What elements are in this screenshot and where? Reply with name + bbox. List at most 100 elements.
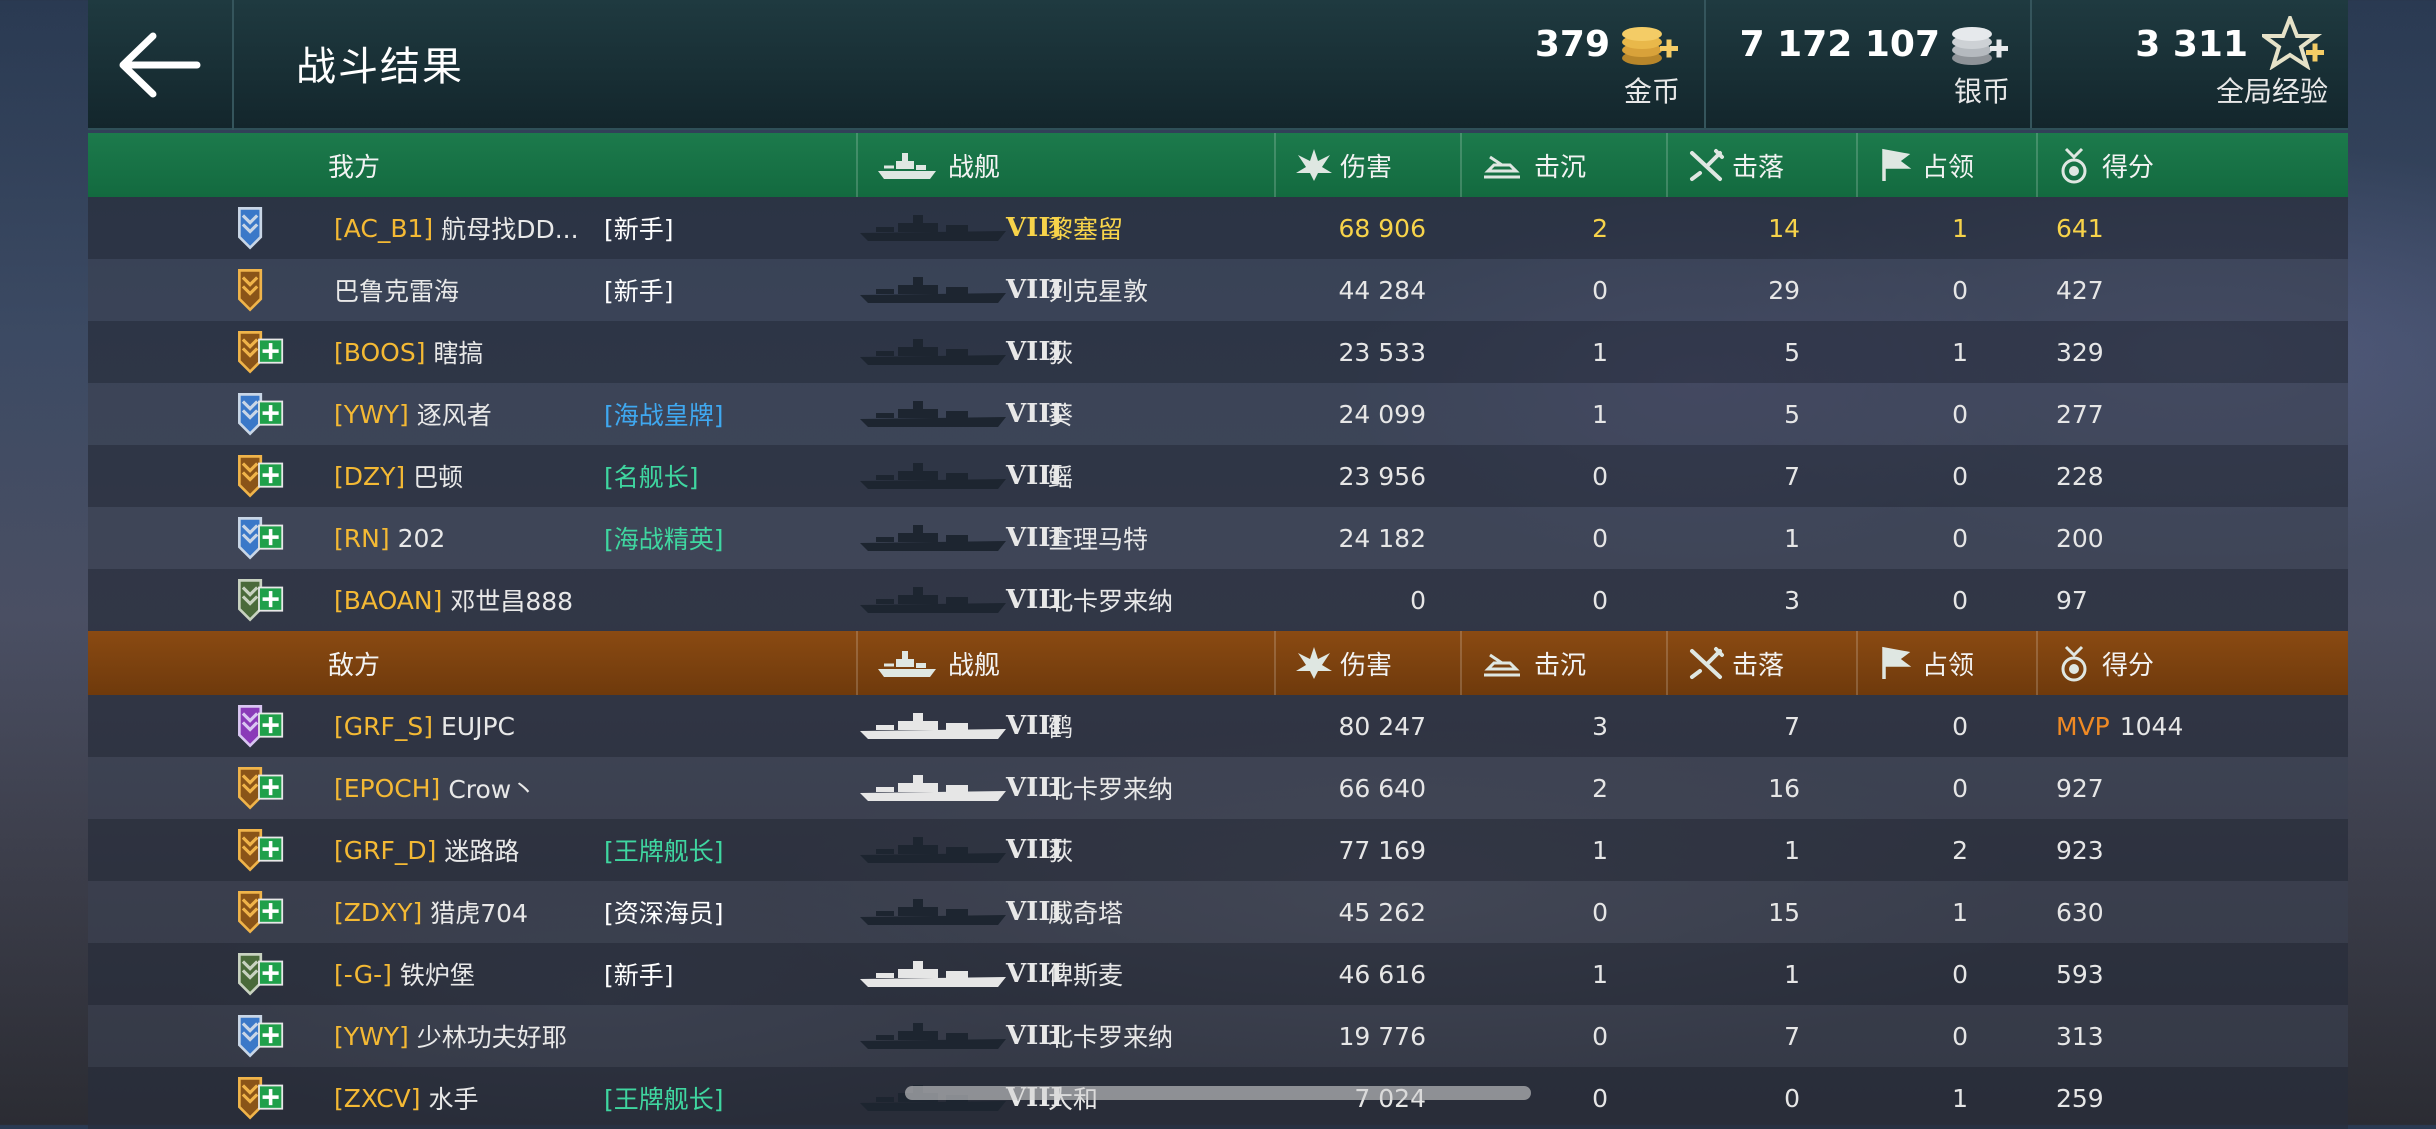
column-capture[interactable]: 占领 [1856, 631, 2036, 695]
home-indicator[interactable] [905, 1086, 1531, 1100]
gold-currency-block[interactable]: 379 金币 [1500, 0, 1700, 128]
player-name-cell: [ZXCV] 水手 [334, 1067, 479, 1129]
sinking-ship-icon [1480, 645, 1524, 681]
ship-name: 荻 [1048, 339, 1074, 368]
silver-currency-block[interactable]: 7 172 107 银币 [1704, 0, 2030, 128]
planes-value: 0 [1784, 1083, 1800, 1113]
player-row[interactable]: [YWY] 少林功夫好耶 VIII 北卡罗来纳 19 776 0 7 0 313 [88, 1005, 2348, 1067]
ship-name: 葵 [1048, 401, 1074, 430]
player-row[interactable]: [GRF_D] 迷路路 [王牌舰长] VIII 荻 77 169 1 1 2 9… [88, 819, 2348, 881]
rank-badge-icon [234, 383, 284, 445]
column-kills-label: 击沉 [1534, 152, 1587, 183]
explosion-icon [1294, 147, 1332, 183]
back-button[interactable] [88, 0, 234, 130]
score-value: 927 [2056, 773, 2104, 803]
silver-coins-icon [1952, 27, 2008, 65]
player-name: 瞎搞 [433, 339, 484, 368]
capture-value: 0 [1952, 773, 1968, 803]
capture-value: 0 [1952, 399, 1968, 429]
player-name-cell: [-G-] 铁炉堡 [334, 943, 475, 1005]
experience-block[interactable]: 3 311 全局经验 [2030, 0, 2348, 128]
ship-name: 黎塞留 [1048, 215, 1124, 244]
score-value: 630 [2056, 897, 2104, 927]
flag-icon [1876, 147, 1912, 183]
score-cell: 630 [2056, 881, 2104, 943]
rank-badge-icon [234, 819, 284, 881]
score-cell: 97 [2056, 569, 2088, 631]
column-kills[interactable]: 击沉 [1460, 631, 1666, 695]
player-row[interactable]: 巴鲁克雷海 [新手] VIII 列克星敦 44 284 0 29 0 427 [88, 259, 2348, 321]
player-row[interactable]: [AC_B1] 航母找DD... [新手] VIII 黎塞留 68 906 2 … [88, 197, 2348, 259]
ship-silhouette [858, 197, 1008, 259]
player-name-cell: [GRF_S] EUJPC [334, 695, 515, 757]
capture-value: 2 [1952, 835, 1968, 865]
column-kills[interactable]: 击沉 [1460, 133, 1666, 197]
player-name-cell: [BOOS] 瞎搞 [334, 321, 483, 383]
kills-value: 2 [1592, 773, 1608, 803]
column-damage[interactable]: 伤害 [1274, 631, 1460, 695]
ship-silhouette [858, 321, 1008, 383]
score-value: 277 [2056, 399, 2104, 429]
column-ship[interactable]: 战舰 [856, 631, 1274, 695]
mvp-badge: MVP [2056, 711, 2110, 741]
medal-icon [2056, 147, 2092, 184]
player-title-tag: [名舰长] [604, 463, 699, 492]
column-damage[interactable]: 伤害 [1274, 133, 1460, 197]
rank-badge-icon [234, 569, 284, 631]
player-row[interactable]: [BOOS] 瞎搞 VIII 荻 23 533 1 5 1 329 [88, 321, 2348, 383]
gold-coins-icon [1622, 27, 1678, 65]
column-capture[interactable]: 占领 [1856, 133, 2036, 197]
column-ship[interactable]: 战舰 [856, 133, 1274, 197]
flag-icon [1876, 645, 1912, 681]
experience-label: 全局经验 [2215, 75, 2328, 108]
rank-badge-icon [234, 197, 284, 259]
rank-badge-icon [234, 1005, 284, 1067]
column-capture-label: 占领 [1922, 152, 1975, 183]
player-row[interactable]: [RN] 202 [海战精英] VIII 查理马特 24 182 0 1 0 2… [88, 507, 2348, 569]
score-value: 593 [2056, 959, 2104, 989]
kills-value: 0 [1592, 523, 1608, 553]
ship-silhouette [858, 259, 1008, 321]
column-score[interactable]: 得分 [2036, 133, 2348, 197]
column-damage-label: 伤害 [1340, 650, 1393, 681]
ship-name: 威奇塔 [1048, 899, 1124, 928]
explosion-icon [1294, 645, 1332, 681]
column-planes[interactable]: 击落 [1666, 631, 1856, 695]
player-name: 逐风者 [416, 401, 492, 430]
damage-value: 44 284 [1338, 275, 1426, 305]
player-row[interactable]: [DZY] 巴顿 [名舰长] VIII 鳐 23 956 0 7 0 228 [88, 445, 2348, 507]
experience-value: 3 311 [2135, 24, 2248, 65]
player-name: 航母找DD... [441, 215, 579, 244]
capture-value: 0 [1952, 275, 1968, 305]
player-name: 猎虎704 [430, 899, 528, 928]
planes-value: 7 [1784, 711, 1800, 741]
column-score-label: 得分 [2102, 650, 2155, 681]
column-score[interactable]: 得分 [2036, 631, 2348, 695]
planes-value: 3 [1784, 585, 1800, 615]
capture-value: 0 [1952, 523, 1968, 553]
team-header-ours: 我方 战舰 伤害 击沉 击落 占领 得分 [88, 133, 2348, 197]
clan-tag: [AC_B1] [334, 213, 434, 243]
player-row[interactable]: [YWY] 逐风者 [海战皇牌] VIII 葵 24 099 1 5 0 277 [88, 383, 2348, 445]
player-row[interactable]: [BAOAN] 邓世昌888 VIII 北卡罗来纳 0 0 3 0 97 [88, 569, 2348, 631]
player-row[interactable]: [-G-] 铁炉堡 [新手] VIII 俾斯麦 46 616 1 1 0 593 [88, 943, 2348, 1005]
rank-badge-icon [234, 757, 284, 819]
player-row[interactable]: [EPOCH] Crow丶 VIII 北卡罗来纳 66 640 2 16 0 9… [88, 757, 2348, 819]
ship-name: 俾斯麦 [1048, 961, 1124, 990]
clan-tag: [BAOAN] [334, 585, 443, 615]
player-row[interactable]: [ZDXY] 猎虎704 [资深海员] VIII 威奇塔 45 262 0 15… [88, 881, 2348, 943]
clan-tag: [RN] [334, 523, 390, 553]
column-planes[interactable]: 击落 [1666, 133, 1856, 197]
results-table: 我方 战舰 伤害 击沉 击落 占领 得分 [AC_B1] 航母找DD... [新… [88, 133, 2348, 1129]
rank-badge-icon [234, 321, 284, 383]
player-row[interactable]: [GRF_S] EUJPC VIII 鹤 80 247 3 7 0 MVP 10… [88, 695, 2348, 757]
player-name-cell: [DZY] 巴顿 [334, 445, 463, 507]
planes-value: 15 [1768, 897, 1800, 927]
player-title-tag: [海战皇牌] [604, 401, 724, 430]
player-name-cell: [BAOAN] 邓世昌888 [334, 569, 573, 631]
player-name: 202 [397, 523, 446, 553]
clan-tag: [-G-] [334, 959, 392, 989]
clan-tag: [YWY] [334, 1021, 409, 1051]
ship-silhouette [858, 569, 1008, 631]
ship-name: 鹤 [1048, 713, 1074, 742]
